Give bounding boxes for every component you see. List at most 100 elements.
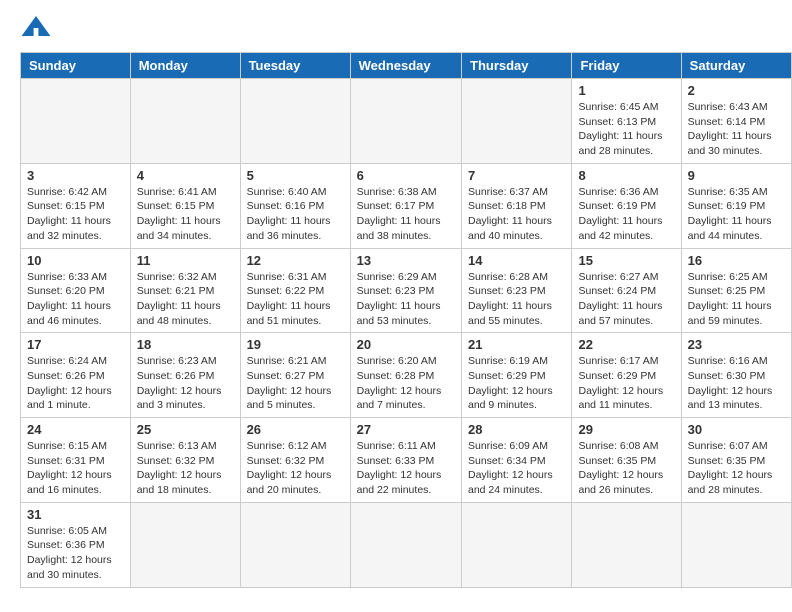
day-info: Sunrise: 6:15 AM Sunset: 6:31 PM Dayligh… bbox=[27, 439, 124, 498]
day-number: 28 bbox=[468, 422, 565, 437]
day-cell-14: 14Sunrise: 6:28 AM Sunset: 6:23 PM Dayli… bbox=[462, 248, 572, 333]
day-number: 20 bbox=[357, 337, 455, 352]
day-number: 13 bbox=[357, 253, 455, 268]
day-info: Sunrise: 6:38 AM Sunset: 6:17 PM Dayligh… bbox=[357, 185, 455, 244]
day-info: Sunrise: 6:17 AM Sunset: 6:29 PM Dayligh… bbox=[578, 354, 674, 413]
week-row-6: 31 Sunrise: 6:05 AM Sunset: 6:36 PM Dayli… bbox=[21, 502, 792, 587]
day-cell-7: 7Sunrise: 6:37 AM Sunset: 6:18 PM Daylig… bbox=[462, 163, 572, 248]
day-number: 2 bbox=[688, 83, 785, 98]
page-container: SundayMondayTuesdayWednesdayThursdayFrid… bbox=[0, 0, 792, 598]
logo-icon bbox=[20, 12, 52, 44]
day-info: Sunrise: 6:33 AM Sunset: 6:20 PM Dayligh… bbox=[27, 270, 124, 329]
day-number: 3 bbox=[27, 168, 124, 183]
day-info: Sunrise: 6:45 AM Sunset: 6:13 PM Dayligh… bbox=[578, 100, 674, 159]
day-info: Sunrise: 6:32 AM Sunset: 6:21 PM Dayligh… bbox=[137, 270, 234, 329]
day-number: 19 bbox=[247, 337, 344, 352]
day-info: Sunrise: 6:16 AM Sunset: 6:30 PM Dayligh… bbox=[688, 354, 785, 413]
week-row-3: 10 Sunrise: 6:33 AM Sunset: 6:20 PM Dayli… bbox=[21, 248, 792, 333]
day-number: 5 bbox=[247, 168, 344, 183]
day-cell-empty-w5d6 bbox=[681, 502, 791, 587]
day-cell-5: 5 Sunrise: 6:40 AM Sunset: 6:16 PM Daylig… bbox=[240, 163, 350, 248]
day-cell-21: 21Sunrise: 6:19 AM Sunset: 6:29 PM Dayli… bbox=[462, 333, 572, 418]
day-cell-empty-w0d2 bbox=[240, 79, 350, 164]
calendar-table: SundayMondayTuesdayWednesdayThursdayFrid… bbox=[20, 52, 792, 588]
day-cell-24: 24 Sunrise: 6:15 AM Sunset: 6:31 PM Dayli… bbox=[21, 418, 131, 503]
day-number: 25 bbox=[137, 422, 234, 437]
day-cell-empty-w0d0 bbox=[21, 79, 131, 164]
day-info: Sunrise: 6:41 AM Sunset: 6:15 PM Dayligh… bbox=[137, 185, 234, 244]
day-cell-12: 12 Sunrise: 6:31 AM Sunset: 6:22 PM Dayli… bbox=[240, 248, 350, 333]
day-header-friday: Friday bbox=[572, 53, 681, 79]
day-info: Sunrise: 6:13 AM Sunset: 6:32 PM Dayligh… bbox=[137, 439, 234, 498]
week-row-4: 17 Sunrise: 6:24 AM Sunset: 6:26 PM Dayli… bbox=[21, 333, 792, 418]
day-number: 24 bbox=[27, 422, 124, 437]
day-cell-empty-w5d4 bbox=[462, 502, 572, 587]
day-number: 26 bbox=[247, 422, 344, 437]
day-cell-8: 8Sunrise: 6:36 AM Sunset: 6:19 PM Daylig… bbox=[572, 163, 681, 248]
day-number: 12 bbox=[247, 253, 344, 268]
day-cell-18: 18 Sunrise: 6:23 AM Sunset: 6:26 PM Dayli… bbox=[130, 333, 240, 418]
day-info: Sunrise: 6:29 AM Sunset: 6:23 PM Dayligh… bbox=[357, 270, 455, 329]
day-info: Sunrise: 6:05 AM Sunset: 6:36 PM Dayligh… bbox=[27, 524, 124, 583]
day-cell-16: 16Sunrise: 6:25 AM Sunset: 6:25 PM Dayli… bbox=[681, 248, 791, 333]
day-number: 16 bbox=[688, 253, 785, 268]
day-cell-17: 17 Sunrise: 6:24 AM Sunset: 6:26 PM Dayli… bbox=[21, 333, 131, 418]
day-cell-2: 2 Sunrise: 6:43 AM Sunset: 6:14 PM Daylig… bbox=[681, 79, 791, 164]
day-cell-25: 25 Sunrise: 6:13 AM Sunset: 6:32 PM Dayli… bbox=[130, 418, 240, 503]
logo bbox=[20, 12, 56, 44]
day-header-wednesday: Wednesday bbox=[350, 53, 461, 79]
day-info: Sunrise: 6:20 AM Sunset: 6:28 PM Dayligh… bbox=[357, 354, 455, 413]
day-info: Sunrise: 6:12 AM Sunset: 6:32 PM Dayligh… bbox=[247, 439, 344, 498]
day-info: Sunrise: 6:08 AM Sunset: 6:35 PM Dayligh… bbox=[578, 439, 674, 498]
day-cell-23: 23Sunrise: 6:16 AM Sunset: 6:30 PM Dayli… bbox=[681, 333, 791, 418]
day-cell-13: 13 Sunrise: 6:29 AM Sunset: 6:23 PM Dayli… bbox=[350, 248, 461, 333]
day-cell-empty-w0d4 bbox=[462, 79, 572, 164]
day-cell-6: 6 Sunrise: 6:38 AM Sunset: 6:17 PM Daylig… bbox=[350, 163, 461, 248]
day-number: 15 bbox=[578, 253, 674, 268]
day-cell-27: 27Sunrise: 6:11 AM Sunset: 6:33 PM Dayli… bbox=[350, 418, 461, 503]
day-number: 10 bbox=[27, 253, 124, 268]
day-number: 18 bbox=[137, 337, 234, 352]
day-info: Sunrise: 6:31 AM Sunset: 6:22 PM Dayligh… bbox=[247, 270, 344, 329]
day-info: Sunrise: 6:27 AM Sunset: 6:24 PM Dayligh… bbox=[578, 270, 674, 329]
day-cell-empty-w5d2 bbox=[240, 502, 350, 587]
day-info: Sunrise: 6:43 AM Sunset: 6:14 PM Dayligh… bbox=[688, 100, 785, 159]
day-cell-26: 26 Sunrise: 6:12 AM Sunset: 6:32 PM Dayli… bbox=[240, 418, 350, 503]
day-cell-22: 22 Sunrise: 6:17 AM Sunset: 6:29 PM Dayli… bbox=[572, 333, 681, 418]
day-cell-empty-w0d1 bbox=[130, 79, 240, 164]
day-info: Sunrise: 6:36 AM Sunset: 6:19 PM Dayligh… bbox=[578, 185, 674, 244]
day-info: Sunrise: 6:40 AM Sunset: 6:16 PM Dayligh… bbox=[247, 185, 344, 244]
day-number: 17 bbox=[27, 337, 124, 352]
day-cell-9: 9 Sunrise: 6:35 AM Sunset: 6:19 PM Daylig… bbox=[681, 163, 791, 248]
day-info: Sunrise: 6:19 AM Sunset: 6:29 PM Dayligh… bbox=[468, 354, 565, 413]
day-cell-28: 28Sunrise: 6:09 AM Sunset: 6:34 PM Dayli… bbox=[462, 418, 572, 503]
day-number: 6 bbox=[357, 168, 455, 183]
day-cell-1: 1 Sunrise: 6:45 AM Sunset: 6:13 PM Daylig… bbox=[572, 79, 681, 164]
day-info: Sunrise: 6:07 AM Sunset: 6:35 PM Dayligh… bbox=[688, 439, 785, 498]
day-number: 22 bbox=[578, 337, 674, 352]
day-info: Sunrise: 6:24 AM Sunset: 6:26 PM Dayligh… bbox=[27, 354, 124, 413]
day-cell-empty-w5d3 bbox=[350, 502, 461, 587]
day-cell-10: 10 Sunrise: 6:33 AM Sunset: 6:20 PM Dayli… bbox=[21, 248, 131, 333]
day-number: 14 bbox=[468, 253, 565, 268]
day-info: Sunrise: 6:23 AM Sunset: 6:26 PM Dayligh… bbox=[137, 354, 234, 413]
day-number: 7 bbox=[468, 168, 565, 183]
day-cell-4: 4 Sunrise: 6:41 AM Sunset: 6:15 PM Daylig… bbox=[130, 163, 240, 248]
day-number: 4 bbox=[137, 168, 234, 183]
day-number: 9 bbox=[688, 168, 785, 183]
day-cell-30: 30Sunrise: 6:07 AM Sunset: 6:35 PM Dayli… bbox=[681, 418, 791, 503]
day-cell-15: 15 Sunrise: 6:27 AM Sunset: 6:24 PM Dayli… bbox=[572, 248, 681, 333]
day-cell-19: 19Sunrise: 6:21 AM Sunset: 6:27 PM Dayli… bbox=[240, 333, 350, 418]
day-number: 27 bbox=[357, 422, 455, 437]
day-header-saturday: Saturday bbox=[681, 53, 791, 79]
day-number: 1 bbox=[578, 83, 674, 98]
day-number: 29 bbox=[578, 422, 674, 437]
day-cell-29: 29 Sunrise: 6:08 AM Sunset: 6:35 PM Dayli… bbox=[572, 418, 681, 503]
day-cell-3: 3Sunrise: 6:42 AM Sunset: 6:15 PM Daylig… bbox=[21, 163, 131, 248]
day-info: Sunrise: 6:35 AM Sunset: 6:19 PM Dayligh… bbox=[688, 185, 785, 244]
day-cell-empty-w5d1 bbox=[130, 502, 240, 587]
header-row: SundayMondayTuesdayWednesdayThursdayFrid… bbox=[21, 53, 792, 79]
day-number: 11 bbox=[137, 253, 234, 268]
day-header-tuesday: Tuesday bbox=[240, 53, 350, 79]
day-number: 31 bbox=[27, 507, 124, 522]
